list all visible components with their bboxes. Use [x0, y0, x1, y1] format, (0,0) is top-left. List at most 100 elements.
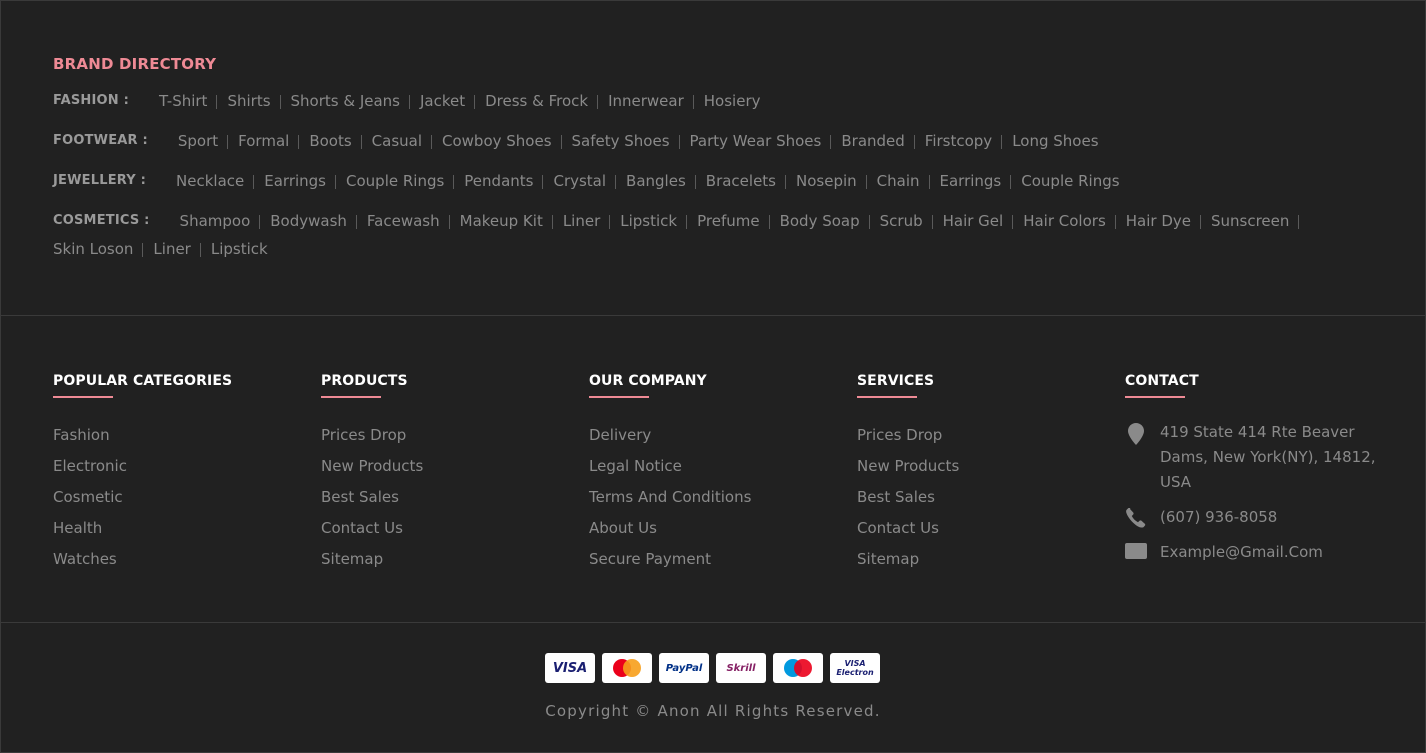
brand-link[interactable]: Hosiery: [694, 87, 771, 115]
email-text: Example@Gmail.Com: [1160, 543, 1323, 561]
brand-link[interactable]: Long Shoes: [1002, 127, 1108, 155]
brand-link[interactable]: Facewash: [357, 207, 450, 235]
maestro-logo: [773, 653, 823, 683]
footer-link[interactable]: Prices Drop: [321, 426, 406, 444]
brand-link[interactable]: Scrub: [870, 207, 933, 235]
visa-electron-logo: VISA Electron: [830, 653, 880, 683]
list-item: Sitemap: [857, 544, 1125, 575]
footer-link[interactable]: Health: [53, 519, 102, 537]
link-columns: POPULAR CATEGORIES Fashion Electronic Cosme…: [53, 373, 1125, 575]
footer-link[interactable]: Cosmetic: [53, 488, 123, 506]
paypal-logo: PayPal: [659, 653, 709, 683]
brand-link[interactable]: Liner: [143, 235, 202, 263]
footer-link[interactable]: Watches: [53, 550, 117, 568]
brand-link[interactable]: Couple Rings: [1011, 167, 1129, 195]
brand-link[interactable]: Casual: [362, 127, 433, 155]
brand-link[interactable]: Dress & Frock: [475, 87, 599, 115]
brand-link[interactable]: Bodywash: [260, 207, 357, 235]
title-underline: [589, 396, 649, 398]
brand-link[interactable]: Sunscreen: [1201, 207, 1300, 235]
contact-address[interactable]: 419 State 414 Rte Beaver Dams, New York(…: [1125, 420, 1393, 495]
footer-link[interactable]: Delivery: [589, 426, 651, 444]
footer-link[interactable]: About Us: [589, 519, 657, 537]
brand-link[interactable]: T-Shirt: [149, 87, 218, 115]
brand-link[interactable]: Firstcopy: [915, 127, 1003, 155]
footer-column: POPULAR CATEGORIES Fashion Electronic Cosme…: [53, 373, 321, 575]
brand-link[interactable]: Party Wear Shoes: [680, 127, 832, 155]
brand-link[interactable]: Hair Dye: [1116, 207, 1202, 235]
brand-link[interactable]: Branded: [831, 127, 916, 155]
payment-label: PayPal: [665, 662, 703, 674]
brand-link[interactable]: Pendants: [454, 167, 544, 195]
brand-link[interactable]: Liner: [553, 207, 611, 235]
footer-link[interactable]: Sitemap: [857, 550, 919, 568]
footer-link[interactable]: Terms And Conditions: [589, 488, 751, 506]
brand-link[interactable]: Skin Loson: [53, 235, 144, 263]
list-item: Terms And Conditions: [589, 482, 857, 513]
brand-directory: BRAND DIRECTORY FASHION : T-Shirt Shirts Sh…: [53, 55, 1373, 263]
brand-row: FASHION : T-Shirt Shirts Shorts & Jeans Jack…: [53, 87, 1373, 115]
footer-link[interactable]: New Products: [321, 457, 423, 475]
brand-link[interactable]: Necklace: [166, 167, 255, 195]
column-title: SERVICES: [857, 373, 935, 389]
list-item: Best Sales: [857, 482, 1125, 513]
footer-link[interactable]: Contact Us: [857, 519, 939, 537]
payment-label: VISA Electron: [836, 659, 874, 677]
list-item: Electronic: [53, 451, 321, 482]
column-link-list: Fashion Electronic Cosmetic Health Watches: [53, 420, 321, 575]
list-item: Best Sales: [321, 482, 589, 513]
brand-link[interactable]: Lipstick: [201, 235, 278, 263]
brand-link[interactable]: Bangles: [616, 167, 696, 195]
footer-link[interactable]: Fashion: [53, 426, 110, 444]
phone-text: (607) 936-8058: [1160, 508, 1278, 526]
brand-link[interactable]: Formal: [228, 127, 300, 155]
payment-label: VISA: [552, 660, 588, 676]
brand-link[interactable]: Shampoo: [170, 207, 261, 235]
brand-link[interactable]: Lipstick: [610, 207, 687, 235]
brand-link[interactable]: Couple Rings: [336, 167, 455, 195]
footer-link[interactable]: Prices Drop: [857, 426, 942, 444]
brand-link[interactable]: Hair Gel: [933, 207, 1014, 235]
brand-row-label: FOOTWEAR :: [53, 133, 148, 148]
brand-link[interactable]: Earrings: [930, 167, 1012, 195]
brand-link[interactable]: Shirts: [217, 87, 281, 115]
brand-link[interactable]: Prefume: [687, 207, 771, 235]
divider-bottom: [1, 622, 1425, 623]
contact-phone[interactable]: (607) 936-8058: [1125, 505, 1393, 530]
brand-link[interactable]: Sport: [168, 127, 229, 155]
brand-row: FOOTWEAR : Sport Formal Boots Casual Cowboy S…: [53, 127, 1373, 155]
brand-link[interactable]: Body Soap: [770, 207, 870, 235]
brand-link[interactable]: Innerwear: [598, 87, 694, 115]
footer-column: PRODUCTS Prices Drop New Products Best Sale…: [321, 373, 589, 575]
footer-link[interactable]: Best Sales: [857, 488, 935, 506]
list-item: Prices Drop: [321, 420, 589, 451]
copyright-text: Copyright © Anon All Rights Reserved.: [545, 702, 881, 720]
brand-link[interactable]: Shorts & Jeans: [281, 87, 411, 115]
footer-link[interactable]: Sitemap: [321, 550, 383, 568]
brand-link[interactable]: Safety Shoes: [562, 127, 680, 155]
brand-link[interactable]: Makeup Kit: [450, 207, 554, 235]
brand-link[interactable]: Bracelets: [696, 167, 787, 195]
skrill-logo: Skrill: [716, 653, 766, 683]
title-underline: [857, 396, 917, 398]
brand-link[interactable]: Nosepin: [786, 167, 867, 195]
brand-link[interactable]: Earrings: [254, 167, 336, 195]
footer-link[interactable]: Contact Us: [321, 519, 403, 537]
contact-title: CONTACT: [1125, 373, 1199, 389]
footer-link[interactable]: Legal Notice: [589, 457, 682, 475]
list-item: Contact Us: [321, 513, 589, 544]
brand-link[interactable]: Crystal: [543, 167, 616, 195]
brand-link[interactable]: Hair Colors: [1013, 207, 1116, 235]
brand-link[interactable]: Cowboy Shoes: [432, 127, 562, 155]
address-text: 419 State 414 Rte Beaver Dams, New York(…: [1160, 423, 1376, 491]
payment-label: Skrill: [726, 662, 756, 674]
footer-link[interactable]: Secure Payment: [589, 550, 711, 568]
contact-email[interactable]: Example@Gmail.Com: [1125, 540, 1393, 565]
brand-link[interactable]: Chain: [867, 167, 930, 195]
list-item: Delivery: [589, 420, 857, 451]
footer-link[interactable]: Electronic: [53, 457, 127, 475]
brand-link[interactable]: Boots: [299, 127, 363, 155]
footer-link[interactable]: New Products: [857, 457, 959, 475]
footer-link[interactable]: Best Sales: [321, 488, 399, 506]
brand-link[interactable]: Jacket: [410, 87, 476, 115]
